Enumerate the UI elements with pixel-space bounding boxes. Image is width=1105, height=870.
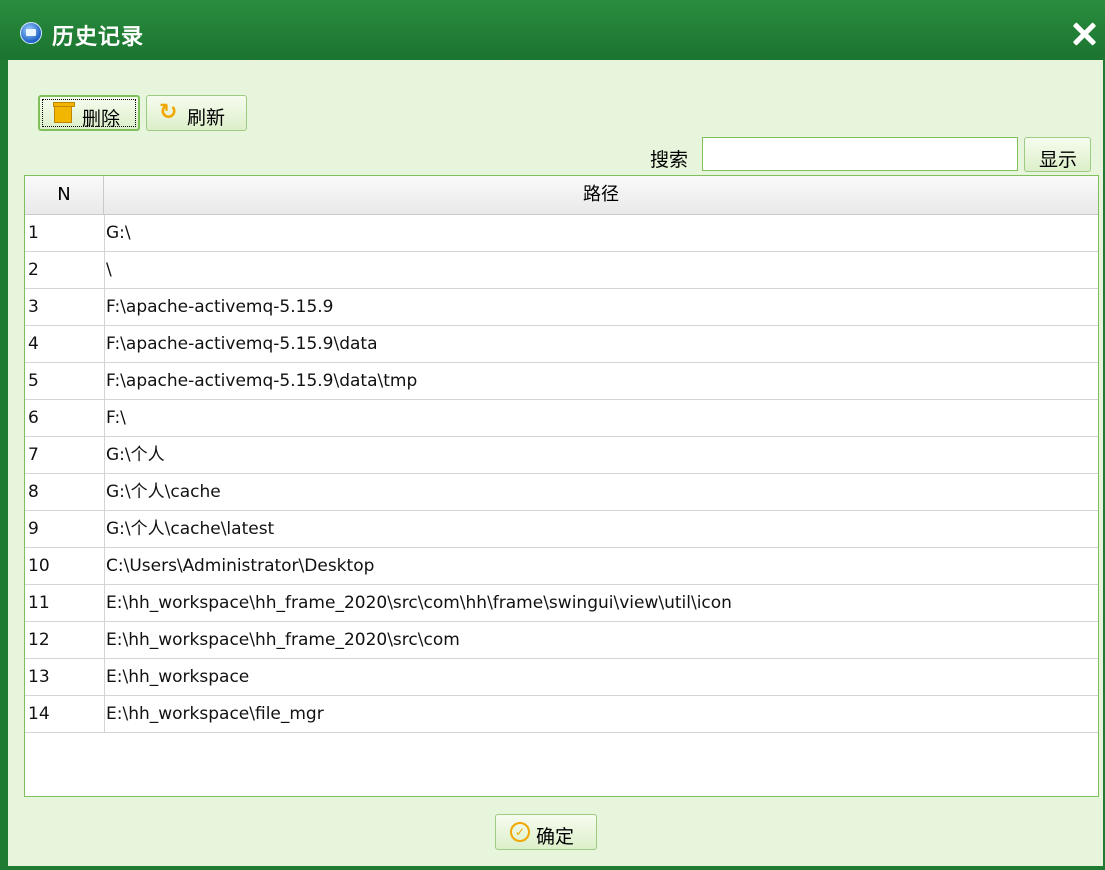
table-row[interactable]: 3 F:\apache-activemq-5.15.9	[25, 289, 1098, 326]
search-label: 搜索	[650, 149, 689, 171]
row-number-cell: 12	[28, 630, 50, 650]
table-row[interactable]: 6 F:\	[25, 400, 1098, 437]
table-row[interactable]: 14 E:\hh_workspace\file_mgr	[25, 696, 1098, 733]
path-cell: G:\个人\cache\latest	[104, 511, 1098, 547]
path-cell: \	[104, 252, 1098, 288]
path-cell: G:\	[104, 215, 1098, 251]
history-table: N 路径 1 G:\ 2 \ 3 F:\apache-activemq-5.15.9 4 F:…	[24, 175, 1099, 797]
dialog-body: 删除 ↻ 刷新 搜索 显示 N 路径 1 G:\ 2 \ 3 F:\apache-acti…	[8, 60, 1103, 866]
row-number-cell: 3	[28, 297, 39, 317]
delete-button-label: 删除	[82, 108, 121, 130]
table-row[interactable]: 7 G:\个人	[25, 437, 1098, 474]
column-header-path[interactable]: 路径	[104, 176, 1098, 214]
history-dialog: 历史记录 删除 ↻ 刷新 搜索 显示 N 路径 1 G:\ 2 \ 3 F:\apache…	[0, 0, 1105, 870]
refresh-icon: ↻	[159, 100, 178, 125]
table-row[interactable]: 1 G:\	[25, 215, 1098, 252]
path-cell: C:\Users\Administrator\Desktop	[104, 548, 1098, 584]
row-number-cell: 7	[28, 445, 39, 465]
row-number-cell: 4	[28, 334, 39, 354]
show-button-label: 显示	[1039, 149, 1078, 171]
app-icon	[20, 22, 42, 44]
table-row[interactable]: 9 G:\个人\cache\latest	[25, 511, 1098, 548]
row-number-cell: 8	[28, 482, 39, 502]
path-cell: F:\apache-activemq-5.15.9\data\tmp	[104, 363, 1098, 399]
column-header-n[interactable]: N	[25, 176, 104, 214]
row-number-cell: 13	[28, 667, 50, 687]
table-row[interactable]: 10 C:\Users\Administrator\Desktop	[25, 548, 1098, 585]
row-number-cell: 1	[28, 223, 39, 243]
close-icon[interactable]	[1071, 20, 1097, 46]
path-cell: F:\	[104, 400, 1098, 436]
table-row[interactable]: 13 E:\hh_workspace	[25, 659, 1098, 696]
row-number-cell: 6	[28, 408, 39, 428]
table-header: N 路径	[25, 176, 1098, 215]
row-number-cell: 10	[28, 556, 50, 576]
row-number-cell: 9	[28, 519, 39, 539]
confirm-button[interactable]: ✓ 确定	[495, 814, 597, 850]
path-cell: G:\个人	[104, 437, 1098, 473]
table-body: 1 G:\ 2 \ 3 F:\apache-activemq-5.15.9 4 F:\apac…	[25, 215, 1098, 733]
row-number-cell: 5	[28, 371, 39, 391]
path-cell: E:\hh_workspace\hh_frame_2020\src\com\hh…	[104, 585, 1098, 621]
row-number-cell: 2	[28, 260, 39, 280]
show-button[interactable]: 显示	[1024, 137, 1091, 172]
refresh-button-label: 刷新	[187, 107, 226, 129]
check-circle-icon: ✓	[510, 822, 530, 842]
path-cell: F:\apache-activemq-5.15.9	[104, 289, 1098, 325]
path-cell: G:\个人\cache	[104, 474, 1098, 510]
table-row[interactable]: 11 E:\hh_workspace\hh_frame_2020\src\com\…	[25, 585, 1098, 622]
window-title: 历史记录	[52, 25, 145, 50]
refresh-button[interactable]: ↻ 刷新	[146, 95, 247, 131]
table-row[interactable]: 8 G:\个人\cache	[25, 474, 1098, 511]
path-cell: E:\hh_workspace\file_mgr	[104, 696, 1098, 732]
search-input[interactable]	[702, 137, 1018, 171]
table-row[interactable]: 2 \	[25, 252, 1098, 289]
row-number-cell: 14	[28, 704, 50, 724]
path-cell: F:\apache-activemq-5.15.9\data	[104, 326, 1098, 362]
confirm-button-label: 确定	[536, 826, 575, 848]
table-row[interactable]: 12 E:\hh_workspace\hh_frame_2020\src\com	[25, 622, 1098, 659]
path-cell: E:\hh_workspace\hh_frame_2020\src\com	[104, 622, 1098, 658]
delete-button[interactable]: 删除	[38, 95, 140, 131]
row-number-cell: 11	[28, 593, 50, 613]
table-row[interactable]: 4 F:\apache-activemq-5.15.9\data	[25, 326, 1098, 363]
table-row[interactable]: 5 F:\apache-activemq-5.15.9\data\tmp	[25, 363, 1098, 400]
path-cell: E:\hh_workspace	[104, 659, 1098, 695]
title-bar[interactable]: 历史记录	[0, 0, 1105, 60]
trash-icon	[53, 102, 75, 123]
